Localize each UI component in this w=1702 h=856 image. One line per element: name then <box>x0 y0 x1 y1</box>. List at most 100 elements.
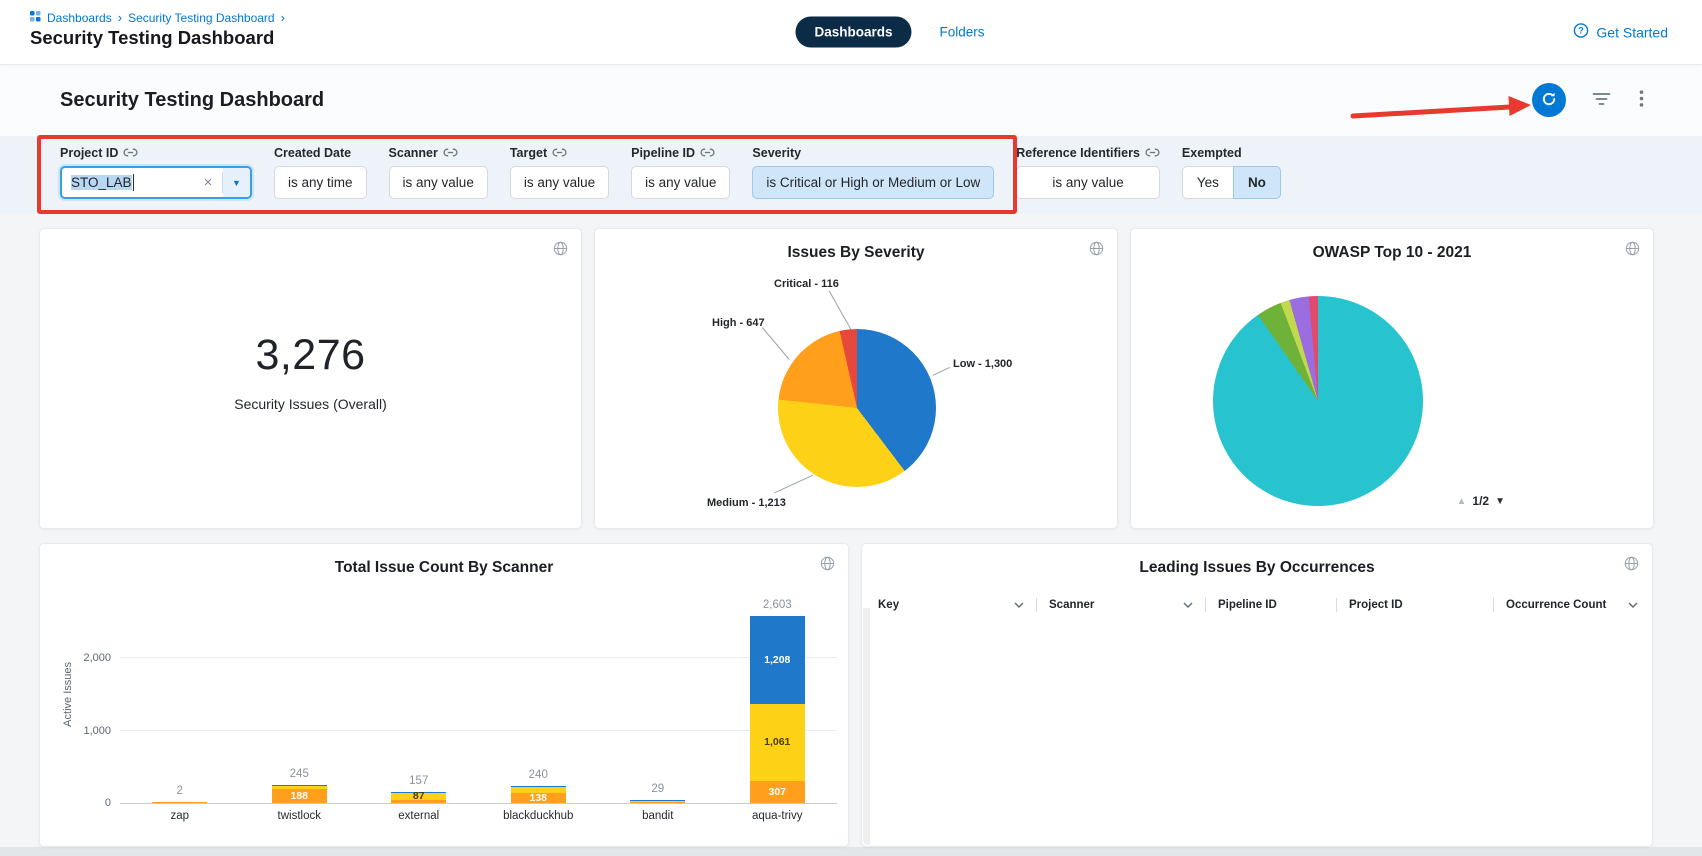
bar-column[interactable]: 245 188 <box>240 601 360 803</box>
security-testing-dashboard-app: Dashboards › Security Testing Dashboard … <box>0 0 1702 856</box>
more-menu-button[interactable] <box>1637 88 1646 112</box>
bar-column[interactable]: 15787 <box>359 601 479 803</box>
filter-project-id: Project ID STO_LAB × ▼ <box>60 145 252 199</box>
owasp-pie[interactable] <box>1213 296 1423 506</box>
top-header: Dashboards › Security Testing Dashboard … <box>0 0 1702 64</box>
link-icon <box>700 146 715 160</box>
project-id-value: STO_LAB <box>71 175 132 190</box>
exempted-yes-button[interactable]: Yes <box>1182 166 1233 199</box>
column-header-key[interactable]: Key <box>878 599 1036 611</box>
bar-segment-high[interactable] <box>630 802 685 803</box>
bar-column[interactable]: 2,6031,2081,061307 <box>718 601 838 803</box>
bar-category-label: bandit <box>598 810 718 822</box>
bar-total-label: 245 <box>240 768 360 780</box>
filter-label: Severity <box>752 146 801 160</box>
globe-icon[interactable] <box>1623 239 1642 261</box>
bar-segment-high[interactable]: 307 <box>750 781 805 803</box>
bar-segment-low[interactable]: 1,208 <box>750 616 805 704</box>
exempted-no-button[interactable]: No <box>1233 166 1281 199</box>
filter-pipeline-id: Pipeline ID is any value <box>631 145 730 199</box>
bar-column[interactable]: 240138 <box>479 601 599 803</box>
column-header-scanner[interactable]: Scanner <box>1049 599 1205 611</box>
page-indicator: 1/2 <box>1472 494 1489 508</box>
bar-segment-high[interactable] <box>152 802 207 803</box>
filter-label: Created Date <box>274 146 351 160</box>
filter-target-value[interactable]: is any value <box>510 166 609 199</box>
globe-icon[interactable] <box>1087 239 1106 261</box>
tile-title: OWASP Top 10 - 2021 <box>1131 244 1653 262</box>
chevron-down-icon: ▼ <box>232 178 241 188</box>
breadcrumb: Dashboards › Security Testing Dashboard … <box>30 10 285 25</box>
get-started-link[interactable]: ? Get Started <box>1573 23 1668 42</box>
filter-scanner-value[interactable]: is any value <box>389 166 488 199</box>
column-header-pipeline-id[interactable]: Pipeline ID <box>1218 599 1336 611</box>
dashboard-actions <box>1532 83 1646 117</box>
tab-dashboards[interactable]: Dashboards <box>795 17 911 48</box>
filter-exempted: Exempted Yes No <box>1182 145 1281 199</box>
page-up-icon[interactable]: ▲ <box>1457 496 1467 507</box>
filter-label: Exempted <box>1182 146 1242 160</box>
breadcrumb-current-dashboard[interactable]: Security Testing Dashboard <box>128 11 275 25</box>
filter-created-date-value[interactable]: is any time <box>274 166 367 199</box>
bar-column[interactable]: 2 <box>120 601 240 803</box>
bar-column[interactable]: 29 <box>598 601 718 803</box>
help-icon: ? <box>1573 23 1589 42</box>
tile-title: Issues By Severity <box>595 244 1117 262</box>
kebab-icon <box>1639 90 1644 110</box>
project-id-select[interactable]: STO_LAB × ▼ <box>60 166 252 199</box>
column-divider <box>1493 598 1494 612</box>
breadcrumb-dashboards[interactable]: Dashboards <box>47 11 112 25</box>
overall-issue-caption: Security Issues (Overall) <box>234 396 386 412</box>
breadcrumb-separator: › <box>118 10 122 25</box>
y-axis-label: Active Issues <box>62 662 74 727</box>
tile-owasp-top-10: OWASP Top 10 - 2021 ▲ 1/2 ▼ <box>1130 228 1654 529</box>
text-caret <box>133 174 135 191</box>
column-header-project-id[interactable]: Project ID <box>1349 599 1493 611</box>
tile-leading-issues-by-occurrences: Leading Issues By Occurrences Key Scanne… <box>861 543 1653 847</box>
bar-segment-label: 1,061 <box>750 704 805 781</box>
page-down-icon[interactable]: ▼ <box>1495 496 1505 507</box>
project-id-dropdown-button[interactable]: ▼ <box>223 168 250 197</box>
bar-total-label: 29 <box>598 783 718 795</box>
exempted-toggle: Yes No <box>1182 166 1281 199</box>
table-left-gutter <box>863 608 870 845</box>
bar-segment-medium[interactable]: 1,061 <box>750 704 805 781</box>
pie-label-medium: Medium - 1,213 <box>707 497 786 509</box>
column-label: Key <box>878 599 899 611</box>
filter-reference-identifiers: Reference Identifiers is any value <box>1016 145 1160 199</box>
filter-scanner: Scanner is any value <box>389 145 488 199</box>
header-title: Security Testing Dashboard <box>30 27 274 49</box>
dashboards-grid-icon <box>30 11 41 25</box>
severity-pie[interactable] <box>778 329 936 487</box>
globe-icon[interactable] <box>1622 554 1641 576</box>
globe-icon[interactable] <box>818 554 837 576</box>
filter-reference-identifiers-value[interactable]: is any value <box>1016 166 1160 199</box>
bar-segment-high[interactable] <box>391 800 446 804</box>
breadcrumb-separator: › <box>281 10 285 25</box>
column-divider <box>1205 598 1206 612</box>
pie-pager: ▲ 1/2 ▼ <box>1457 494 1506 508</box>
tab-folders[interactable]: Folders <box>940 25 985 40</box>
bar-category-label: twistlock <box>240 810 360 822</box>
filter-severity-value[interactable]: is Critical or High or Medium or Low <box>752 166 994 199</box>
column-header-occurrence-count[interactable]: Occurrence Count <box>1506 599 1638 611</box>
pie-label-critical: Critical - 116 <box>774 278 839 290</box>
filter-pipeline-id-value[interactable]: is any value <box>631 166 730 199</box>
tile-title: Leading Issues By Occurrences <box>862 559 1652 577</box>
clear-project-id-button[interactable]: × <box>196 174 220 191</box>
filter-created-date: Created Date is any time <box>274 145 367 199</box>
column-label: Project ID <box>1349 599 1403 611</box>
dashboard-filter-bar: Project ID STO_LAB × ▼ Created Date is a… <box>0 136 1702 214</box>
bar-segment-high[interactable]: 188 <box>272 789 327 803</box>
pie-label-low: Low - 1,300 <box>953 358 1012 370</box>
column-divider <box>1336 598 1337 612</box>
table-header: Key Scanner Pipeline ID <box>878 592 1638 618</box>
table-body-empty <box>862 618 1652 808</box>
column-label: Occurrence Count <box>1506 599 1606 611</box>
filter-button[interactable] <box>1590 90 1613 111</box>
y-tick: 2,000 <box>83 652 111 664</box>
refresh-button[interactable] <box>1532 83 1566 117</box>
globe-icon[interactable] <box>551 239 570 261</box>
link-icon <box>443 146 458 160</box>
bar-segment-high[interactable]: 138 <box>511 793 566 803</box>
